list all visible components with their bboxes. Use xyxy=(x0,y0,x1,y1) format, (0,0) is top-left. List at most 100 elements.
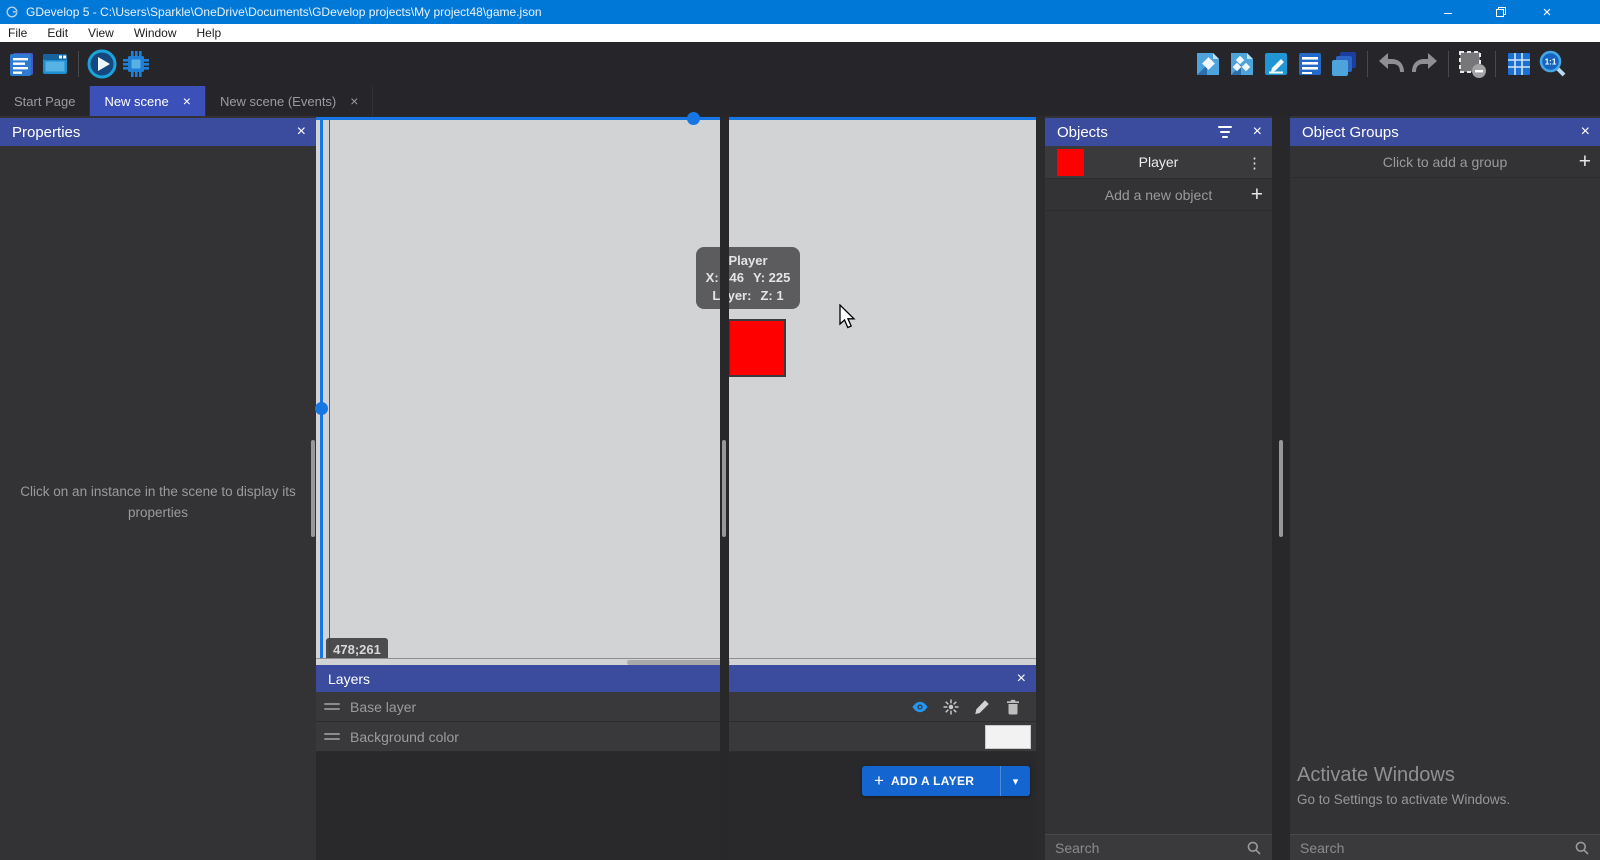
add-group-row[interactable]: Click to add a group + xyxy=(1290,146,1600,178)
tab-close-icon[interactable]: × xyxy=(183,93,191,109)
gdevelop-logo xyxy=(5,5,19,19)
drag-handle-icon[interactable] xyxy=(324,730,340,743)
groups-search-bar xyxy=(1290,834,1600,860)
preview-button[interactable] xyxy=(85,47,119,81)
restore-button[interactable] xyxy=(1478,0,1524,24)
open-layers-button[interactable] xyxy=(1327,47,1361,81)
splitter-handle[interactable] xyxy=(722,440,726,537)
close-icon[interactable]: × xyxy=(1581,123,1590,141)
undo-button[interactable] xyxy=(1374,47,1408,81)
add-object-row[interactable]: Add a new object + xyxy=(1045,179,1272,211)
objects-panel-icon xyxy=(1194,50,1222,78)
object-menu-dots-icon[interactable]: ⋮ xyxy=(1247,146,1262,179)
tab-label: New scene xyxy=(104,94,168,109)
toolbar-separator xyxy=(78,51,79,77)
menu-edit[interactable]: Edit xyxy=(37,24,78,42)
objects-panel-header: Objects × xyxy=(1045,118,1272,146)
open-instances-list-button[interactable] xyxy=(1293,47,1327,81)
splitter-canvas-objects[interactable] xyxy=(720,116,729,860)
zoom-original-button[interactable]: 1:1 xyxy=(1536,47,1570,81)
search-icon xyxy=(1246,840,1262,856)
search-icon xyxy=(1574,840,1590,856)
open-properties-button[interactable] xyxy=(1259,47,1293,81)
open-object-groups-button[interactable] xyxy=(1225,47,1259,81)
activate-windows-watermark: Activate Windows Go to Settings to activ… xyxy=(1297,764,1510,807)
layer-name: Background color xyxy=(350,729,459,745)
tab-start-page[interactable]: Start Page xyxy=(0,86,90,116)
scene-canvas[interactable]: Player X: 446 Y: 225 Layer: Z: 1 478;261 xyxy=(316,117,1036,658)
object-groups-panel: Object Groups × Click to add a group + A… xyxy=(1290,116,1600,860)
project-manager-icon xyxy=(6,49,36,79)
open-objects-panel-button[interactable] xyxy=(1191,47,1225,81)
instance-tooltip: Player X: 446 Y: 225 Layer: Z: 1 xyxy=(696,247,800,309)
scene-window-left-handle[interactable] xyxy=(315,402,328,415)
scene-window-top-handle[interactable] xyxy=(687,112,700,125)
groups-search-input[interactable] xyxy=(1300,840,1574,856)
gdevelop-window: GDevelop 5 - C:\Users\Sparkle\OneDrive\D… xyxy=(0,0,1600,860)
properties-panel-title: Properties xyxy=(12,124,80,141)
tab-new-scene-events[interactable]: New scene (Events) × xyxy=(206,86,374,116)
editor-tabbar: Start Page New scene × New scene (Events… xyxy=(0,86,1600,116)
objects-search-input[interactable] xyxy=(1055,840,1246,856)
editor-content: Properties × Click on an instance in the… xyxy=(0,116,1600,860)
redo-button[interactable] xyxy=(1408,47,1442,81)
background-color-swatch[interactable] xyxy=(985,725,1031,749)
delete-trash-icon[interactable] xyxy=(1004,698,1022,716)
project-manager-button[interactable] xyxy=(4,47,38,81)
minimize-button[interactable]: – xyxy=(1425,0,1471,24)
mouse-cursor xyxy=(839,304,857,330)
redo-icon xyxy=(1410,50,1440,78)
properties-splitter-handle[interactable] xyxy=(311,440,315,537)
layers-panel-title: Layers xyxy=(328,671,370,687)
tab-label: Start Page xyxy=(14,94,75,109)
debugger-button[interactable] xyxy=(119,47,153,81)
properties-empty-message: Click on an instance in the scene to dis… xyxy=(8,482,308,524)
scene-edge-line xyxy=(329,120,330,658)
object-groups-panel-header: Object Groups × xyxy=(1290,118,1600,146)
layers-panel-header: Layers × xyxy=(316,665,1036,692)
project-window-icon xyxy=(40,49,70,79)
tooltip-z: Z: 1 xyxy=(760,287,783,305)
add-icon: + xyxy=(1251,183,1263,207)
toolbar-separator xyxy=(1448,51,1449,77)
object-thumbnail xyxy=(1057,149,1084,176)
clear-selection-button[interactable] xyxy=(1455,47,1489,81)
menu-file[interactable]: File xyxy=(0,24,37,42)
tab-label: New scene (Events) xyxy=(220,94,336,109)
layer-row-base-layer[interactable]: Base layer xyxy=(316,692,1036,722)
splitter-handle[interactable] xyxy=(1279,440,1283,537)
add-layer-label: ADD A LAYER xyxy=(891,774,974,788)
add-layer-button[interactable]: + ADD A LAYER ▾ xyxy=(862,766,1030,796)
objects-panel: Objects × Player ⋮ Add a new object + xyxy=(1045,116,1272,860)
menu-view[interactable]: View xyxy=(78,24,124,42)
layer-effects-icon[interactable] xyxy=(942,698,960,716)
add-icon: + xyxy=(874,771,884,791)
canvas-horizontal-scrollbar[interactable] xyxy=(316,658,1036,665)
close-icon[interactable]: × xyxy=(1017,670,1026,688)
close-icon[interactable]: × xyxy=(1253,123,1262,141)
toggle-grid-button[interactable] xyxy=(1502,47,1536,81)
add-layer-dropdown[interactable]: ▾ xyxy=(1000,766,1030,796)
player-instance[interactable] xyxy=(728,319,786,377)
layer-name: Base layer xyxy=(350,699,416,715)
visibility-eye-icon[interactable] xyxy=(911,698,929,716)
project-window-button[interactable] xyxy=(38,47,72,81)
menu-window[interactable]: Window xyxy=(124,24,187,42)
chevron-down-icon: ▾ xyxy=(1013,775,1019,788)
undo-icon xyxy=(1376,50,1406,78)
object-row-player[interactable]: Player ⋮ xyxy=(1045,146,1272,179)
tab-new-scene[interactable]: New scene × xyxy=(90,86,206,116)
window-title: GDevelop 5 - C:\Users\Sparkle\OneDrive\D… xyxy=(26,5,542,19)
menubar: File Edit View Window Help xyxy=(0,24,1600,42)
toolbar-separator xyxy=(1495,51,1496,77)
edit-pencil-icon[interactable] xyxy=(973,698,991,716)
filter-list-icon[interactable] xyxy=(1218,126,1232,138)
tab-close-icon[interactable]: × xyxy=(350,93,358,109)
object-groups-panel-title: Object Groups xyxy=(1302,124,1399,141)
close-icon[interactable]: × xyxy=(297,123,306,141)
close-button[interactable]: × xyxy=(1524,0,1570,24)
splitter-objects-groups[interactable] xyxy=(1272,116,1290,860)
layer-row-background-color[interactable]: Background color xyxy=(316,722,1036,752)
drag-handle-icon[interactable] xyxy=(324,700,340,713)
menu-help[interactable]: Help xyxy=(187,24,232,42)
